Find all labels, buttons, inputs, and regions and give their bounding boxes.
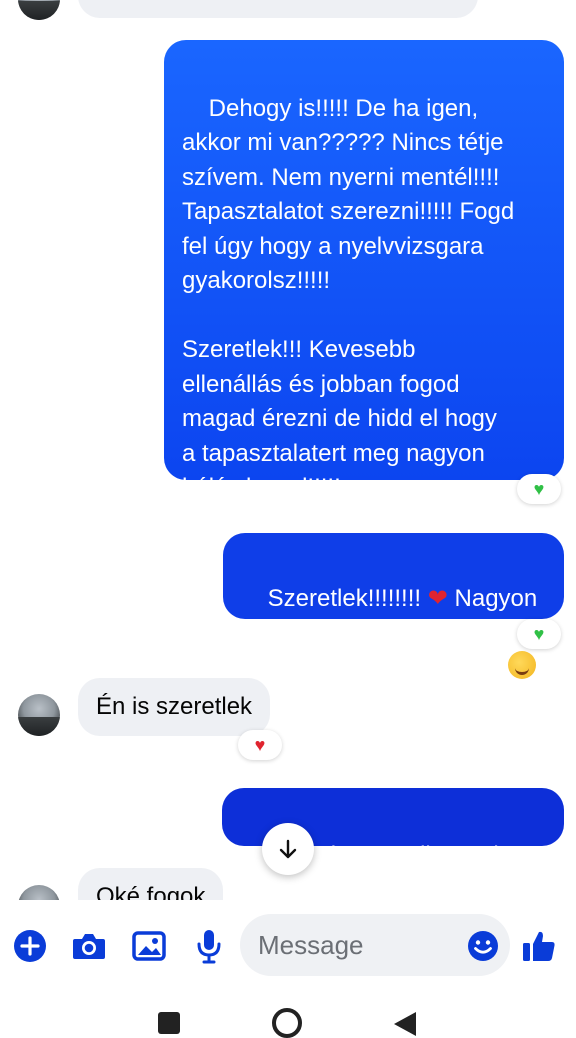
received-message-bubble[interactable]: Oké fogok: [78, 868, 224, 900]
camera-icon: [73, 934, 105, 959]
plus-button[interactable]: [12, 928, 48, 964]
message-text-line-2: büszke vagyok rád!!!!!: [267, 653, 508, 681]
recent-apps-icon[interactable]: [158, 1012, 180, 1034]
message-text: Dehogy is!!!!! De ha igen, akkor mi van?…: [182, 94, 515, 502]
microphone-icon: [197, 930, 221, 964]
reaction-badge[interactable]: ♥: [517, 474, 561, 504]
reaction-badge[interactable]: ♥: [517, 619, 561, 649]
received-message-bubble[interactable]: y: [78, 0, 478, 18]
red-heart-emoji-icon: ❤: [427, 584, 448, 612]
scroll-to-bottom-button[interactable]: [262, 823, 314, 875]
message-placeholder: Message: [258, 930, 364, 960]
camera-button[interactable]: [71, 928, 107, 964]
green-heart-icon: ♥: [533, 623, 545, 644]
sent-message-bubble[interactable]: Szeretlek!!!!!!!! ❤ Nagyon büszke vagyok…: [223, 533, 564, 681]
contact-avatar[interactable]: [18, 885, 60, 900]
reaction-badge[interactable]: ♥: [238, 730, 282, 760]
voice-button[interactable]: [191, 928, 227, 964]
red-heart-icon: ♥: [254, 734, 266, 755]
green-heart-icon: ♥: [533, 478, 545, 499]
gallery-button[interactable]: [131, 928, 167, 964]
hugging-face-emoji-icon: [507, 650, 536, 679]
system-navigation-bar: [0, 990, 576, 1038]
plus-icon: [14, 930, 46, 962]
contact-avatar[interactable]: [18, 0, 60, 20]
sent-message-bubble[interactable]: Dehogy is!!!!! De ha igen, akkor mi van?…: [164, 40, 564, 501]
like-button[interactable]: [521, 928, 557, 964]
message-text: Oké fogok: [96, 883, 206, 900]
message-text: Én is szeretlek: [96, 693, 253, 720]
thumbs-up-icon: [523, 931, 555, 961]
emoji-button[interactable]: [465, 928, 501, 964]
message-text-line-1: Szeretlek!!!!!!!!: [267, 584, 428, 612]
received-message-bubble[interactable]: Én is szeretlek: [78, 678, 271, 736]
message-text-line-1-end: Nagyon: [447, 584, 538, 612]
home-icon[interactable]: [272, 1008, 302, 1038]
emoji-icon: [468, 931, 498, 961]
message-thread: y Dehogy is!!!!! De ha igen, akkor mi va…: [0, 0, 576, 900]
image-icon: [132, 931, 166, 961]
contact-avatar[interactable]: [18, 694, 60, 736]
back-icon[interactable]: [394, 1012, 416, 1036]
arrow-down-icon: [279, 839, 297, 859]
